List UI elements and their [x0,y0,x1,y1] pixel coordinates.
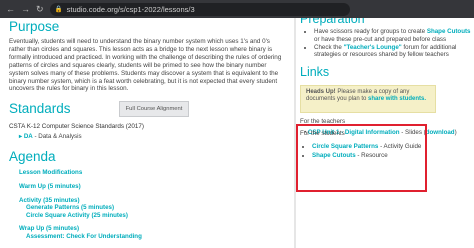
preparation-list: Have scissors ready for groups to create… [300,28,474,59]
url-text: studio.code.org/s/csp1-2022/lessons/3 [66,4,195,14]
student-link-item: Shape Cutouts - Resource [312,151,425,160]
agenda-item-activity[interactable]: Activity (35 minutes) [19,197,284,205]
preparation-item: Have scissors ready for groups to create… [314,28,474,44]
agenda-heading: Agenda [9,149,56,165]
teachers-lounge-link[interactable]: "Teacher's Lounge" [344,44,402,51]
address-bar[interactable]: 🔒 studio.code.org/s/csp1-2022/lessons/3 [49,2,350,16]
share-with-students-link[interactable]: share with students. [368,96,426,102]
for-students-label: For the students [300,130,345,137]
for-students-section: For the students Circle Square Patterns … [300,130,425,160]
purpose-text: Eventually, students will need to unders… [9,38,282,93]
agenda-item-wrapup[interactable]: Wrap Up (5 minutes) [19,225,284,233]
agenda-item-warmup[interactable]: Warm Up (5 minutes) [19,183,284,191]
download-link[interactable]: download [426,129,455,136]
shape-cutouts-resource-link[interactable]: Shape Cutouts [312,152,356,159]
agenda-item-modifications[interactable]: Lesson Modifications [19,169,284,177]
agenda-list: Lesson Modifications Warm Up (5 minutes)… [9,169,284,240]
browser-nav: ← → ↻ [0,4,44,15]
standards-header: Standards Full Course Alignment [9,100,284,118]
full-course-alignment-button[interactable]: Full Course Alignment [119,101,189,118]
heads-up-label: Heads Up! [306,89,336,96]
shape-cutouts-link[interactable]: Shape Cutouts [427,28,471,35]
preparation-item: Check the "Teacher's Lounge" forum for a… [314,44,474,60]
preparation-heading: Preparation [300,18,365,26]
forward-icon[interactable]: → [21,4,30,14]
csta-standards-label: CSTA K-12 Computer Science Standards (20… [9,123,144,131]
back-icon[interactable]: ← [6,4,15,14]
purpose-heading: Purpose [9,19,60,34]
links-heading: Links [300,65,330,80]
reload-icon[interactable]: ↻ [36,4,44,15]
circle-square-patterns-link[interactable]: Circle Square Patterns [312,143,378,150]
da-link[interactable]: DA [24,133,33,140]
standards-heading: Standards [9,101,71,117]
standard-da: ▸ DA - Data & Analysis [9,133,284,140]
lock-icon: 🔒 [54,6,63,13]
da-label: - Data & Analysis [32,133,82,141]
browser-toolbar: ← → ↻ 🔒 studio.code.org/s/csp1-2022/less… [0,0,474,18]
main-column: Purpose Eventually, students will need t… [0,18,292,248]
heads-up-notice: Heads Up! Please make a copy of any docu… [300,85,436,114]
student-link-item: Circle Square Patterns - Activity Guide [312,142,425,151]
agenda-item-generate-patterns[interactable]: Generate Patterns (5 minutes) [19,204,284,212]
student-links-list: Circle Square Patterns - Activity Guide … [300,142,425,160]
agenda-item-circle-square[interactable]: Circle Square Activity (25 minutes) [19,212,284,220]
agenda-item-assessment[interactable]: Assessment: Check For Understanding [19,233,284,241]
